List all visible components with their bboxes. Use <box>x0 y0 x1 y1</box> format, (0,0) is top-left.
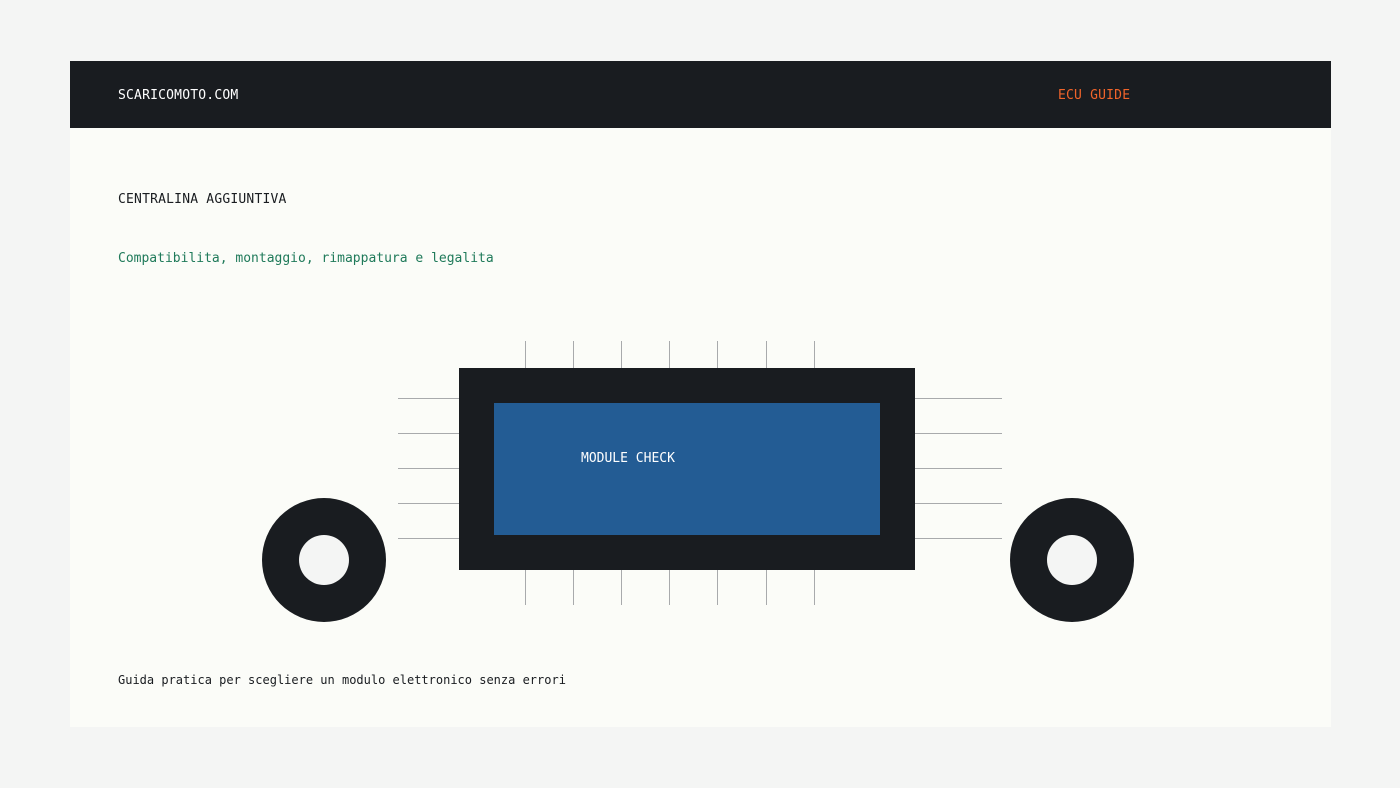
screen-label: MODULE CHECK <box>581 451 675 466</box>
right-wheel-icon <box>1010 498 1134 622</box>
page-caption: Guida pratica per scegliere un modulo el… <box>118 673 566 687</box>
ecu-module-illustration: MODULE CHECK <box>262 341 1134 622</box>
right-pins <box>915 398 1002 539</box>
top-pins <box>525 341 815 368</box>
module-screen <box>494 403 880 535</box>
left-wheel-icon <box>262 498 386 622</box>
hero-card: SCARICOMOTO.COM ECU GUIDE CENTRALINA AGG… <box>70 61 1331 727</box>
left-pins <box>398 398 459 539</box>
bottom-pins <box>525 570 815 605</box>
